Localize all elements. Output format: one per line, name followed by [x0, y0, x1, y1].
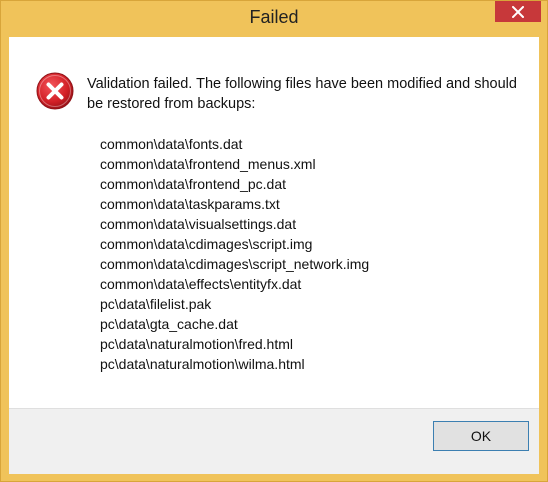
error-icon [36, 72, 74, 110]
title-bar[interactable]: Failed [1, 1, 547, 37]
close-button[interactable] [495, 1, 541, 22]
button-footer: OK [9, 408, 539, 474]
list-item: common\data\frontend_menus.xml [100, 156, 316, 172]
close-icon [512, 5, 524, 18]
ok-button[interactable]: OK [433, 421, 529, 451]
list-item: common\data\taskparams.txt [100, 196, 280, 212]
dialog-window: Failed Validation failed. The following … [0, 0, 548, 482]
list-item: common\data\cdimages\script_network.img [100, 256, 370, 272]
list-item: common\data\visualsettings.dat [100, 216, 297, 232]
window-title: Failed [249, 7, 299, 27]
list-item: pc\data\gta_cache.dat [100, 316, 238, 332]
list-item: common\data\fonts.dat [100, 136, 243, 152]
list-item: pc\data\naturalmotion\wilma.html [100, 356, 305, 372]
error-message: Validation failed. The following files h… [87, 76, 517, 112]
list-item: common\data\effects\entityfx.dat [100, 276, 302, 292]
list-item: common\data\cdimages\script.img [100, 236, 313, 252]
list-item: common\data\frontend_pc.dat [100, 176, 287, 192]
modified-files-list: common\data\fonts.dat common\data\fronte… [100, 134, 369, 374]
list-item: pc\data\filelist.pak [100, 296, 212, 312]
list-item: pc\data\naturalmotion\fred.html [100, 336, 293, 352]
dialog-content: Validation failed. The following files h… [9, 37, 539, 474]
